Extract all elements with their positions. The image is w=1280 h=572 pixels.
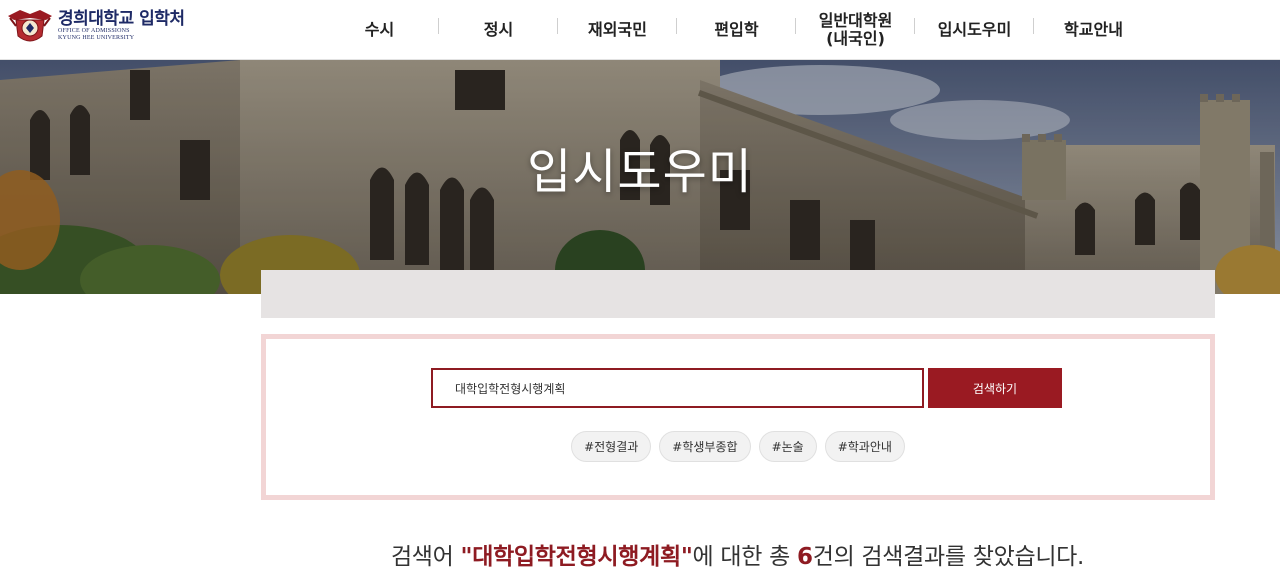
hashtag-department-info[interactable]: #학과안내: [824, 431, 905, 462]
logo-subtitle-line2: KYUNG HEE UNIVERSITY: [58, 35, 135, 41]
search-result-summary: 검색어 "대학입학전형시행계획"에 대한 총 6건의 검색결과를 찾았습니다.: [0, 537, 1280, 571]
nav-item-jeongsi[interactable]: 정시: [439, 0, 558, 60]
hashtag-essay[interactable]: #논술: [758, 431, 817, 462]
site-header: 경희대학교 입학처 OFFICE OF ADMISSIONS KYUNG HEE…: [0, 0, 1280, 60]
result-suffix: 건의 검색결과를 찾았습니다.: [812, 544, 1085, 570]
nav-item-susi[interactable]: 수시: [320, 0, 439, 60]
result-prefix: 검색어: [390, 544, 461, 570]
nav-item-overseas-korean[interactable]: 재외국민: [558, 0, 677, 60]
search-input[interactable]: [431, 368, 924, 408]
search-button[interactable]: 검색하기: [928, 368, 1062, 408]
nav-item-school-info[interactable]: 학교안내: [1034, 0, 1153, 60]
hero-banner: 입시도우미: [0, 60, 1280, 294]
main-nav: 수시 정시 재외국민 편입학 일반대학원 (내국인) 입시도우미 학교안내: [320, 0, 1153, 60]
result-middle: 에 대한 총: [692, 544, 797, 570]
hashtag-list: #전형결과 #학생부종합 #논술 #학과안내: [266, 431, 1210, 462]
result-count: 6: [796, 544, 813, 570]
page-title: 입시도우미: [527, 144, 753, 200]
university-emblem-icon: [8, 10, 52, 42]
hashtag-admission-results[interactable]: #전형결과: [571, 431, 652, 462]
site-logo[interactable]: 경희대학교 입학처 OFFICE OF ADMISSIONS KYUNG HEE…: [6, 6, 185, 46]
hashtag-comprehensive-record[interactable]: #학생부종합: [659, 431, 751, 462]
logo-subtitle-line1: OFFICE OF ADMISSIONS: [58, 28, 130, 34]
nav-item-graduate-school[interactable]: 일반대학원 (내국인): [796, 0, 915, 60]
search-panel: 검색하기 #전형결과 #학생부종합 #논술 #학과안내: [261, 334, 1215, 500]
result-keyword: "대학입학전형시행계획": [460, 544, 693, 570]
logo-title: 경희대학교 입학처: [58, 9, 185, 29]
nav-item-transfer[interactable]: 편입학: [677, 0, 796, 60]
content-top-band: [261, 270, 1215, 318]
nav-item-admission-helper[interactable]: 입시도우미: [915, 0, 1034, 60]
